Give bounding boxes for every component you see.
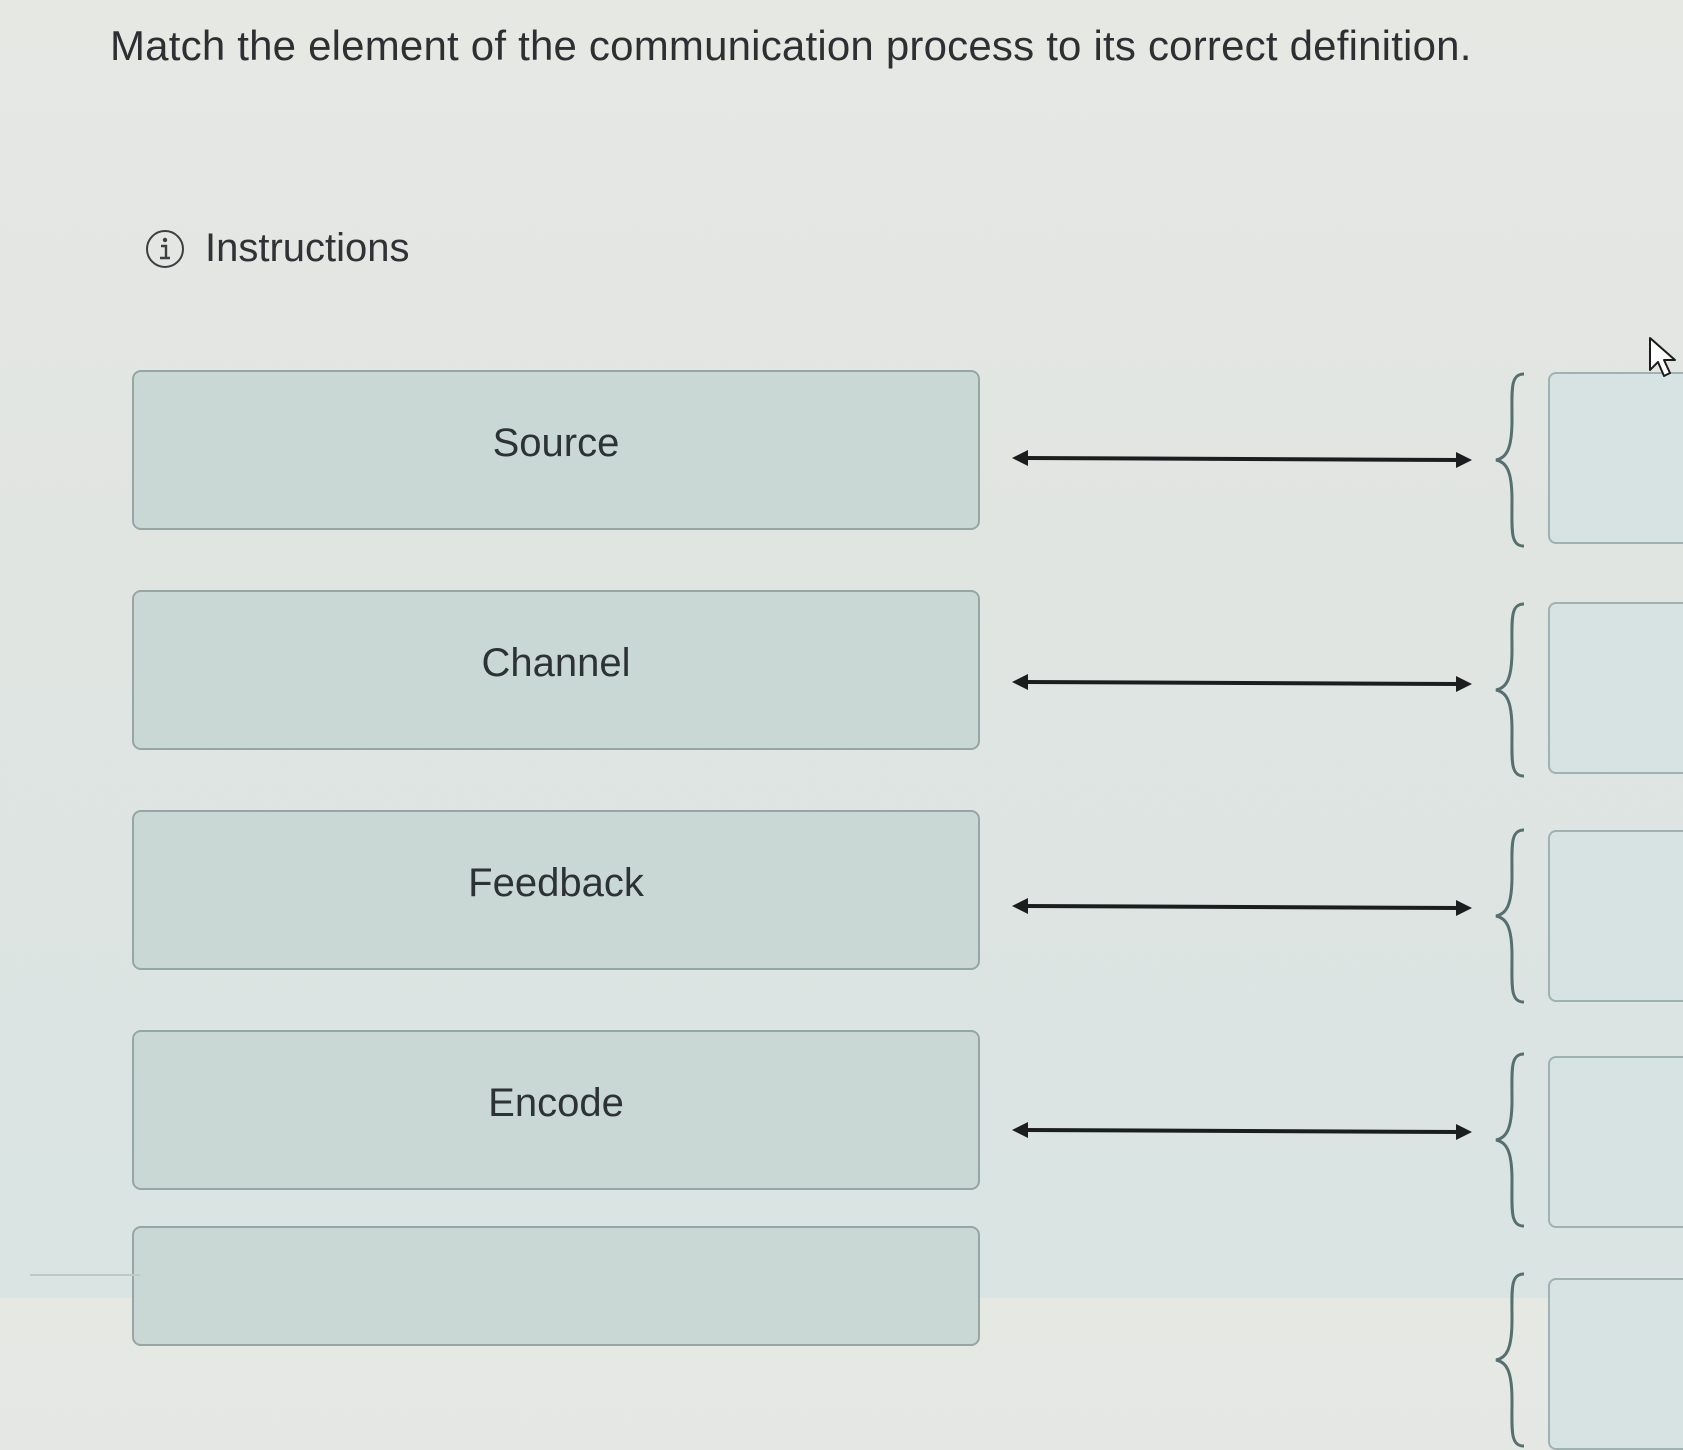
prompt-card-feedback[interactable]: Feedback (132, 810, 980, 970)
definition-drop-target[interactable] (1548, 1056, 1683, 1228)
cursor-icon (1649, 337, 1676, 377)
match-arrow (1012, 898, 1472, 916)
prompt-card-source[interactable]: Source (132, 370, 980, 530)
bracket-icon (1495, 372, 1525, 548)
match-arrow (1012, 450, 1472, 468)
definition-drop-target[interactable] (1548, 602, 1683, 774)
match-arrow (1012, 1122, 1472, 1140)
prompt-card-encode[interactable]: Encode (132, 1030, 980, 1190)
match-arrow (1012, 674, 1472, 692)
prompt-card-partial[interactable] (132, 1226, 980, 1346)
instructions-label: Instructions (205, 226, 410, 270)
info-icon (145, 229, 185, 269)
question-title: Match the element of the communication p… (110, 22, 1472, 69)
prompt-label: Source (492, 420, 620, 465)
instructions-toggle[interactable]: Instructions (145, 226, 410, 271)
prompt-card-channel[interactable]: Channel (132, 590, 980, 750)
bracket-icon (1495, 602, 1525, 778)
definition-drop-target[interactable] (1548, 830, 1683, 1002)
prompt-label: Encode (488, 1080, 624, 1125)
definition-drop-target[interactable] (1548, 1278, 1683, 1450)
bracket-icon (1495, 1272, 1525, 1448)
bracket-icon (1495, 1052, 1525, 1228)
prompt-label: Feedback (468, 860, 644, 905)
definition-drop-target[interactable] (1548, 372, 1683, 544)
prompt-label: Channel (481, 640, 631, 685)
bracket-icon (1495, 828, 1525, 1004)
divider (30, 1274, 140, 1276)
